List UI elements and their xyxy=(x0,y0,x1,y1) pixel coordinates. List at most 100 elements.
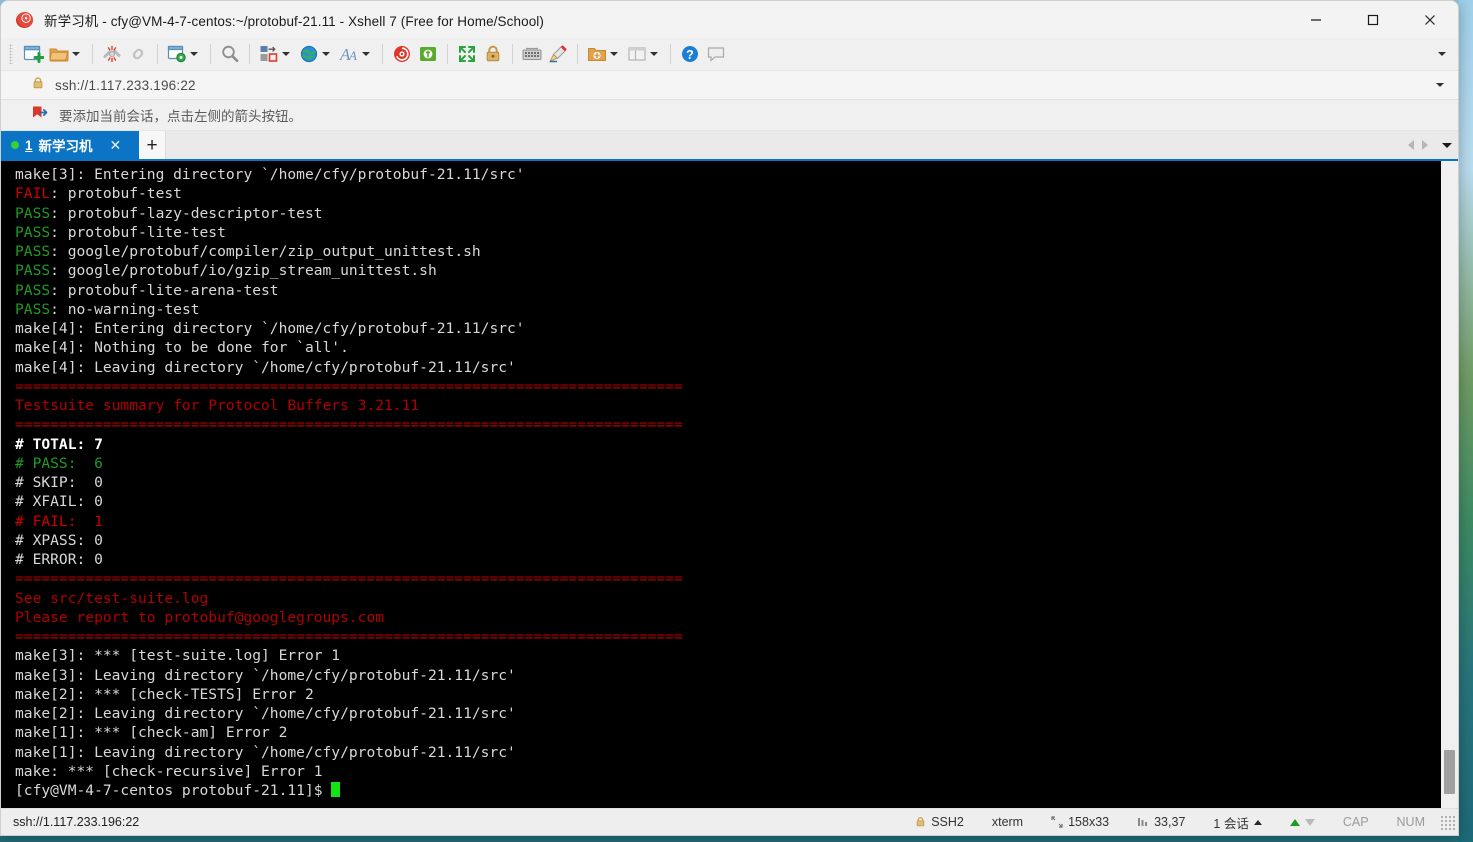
terminal-line: # SKIP: 0 xyxy=(15,473,1440,492)
terminal-line: PASS: no-warning-test xyxy=(15,300,1440,319)
terminal-line: make[1]: Leaving directory `/home/cfy/pr… xyxy=(15,743,1440,762)
tab-session-1[interactable]: 1 新学习机 ✕ xyxy=(1,131,139,159)
close-button[interactable] xyxy=(1401,1,1458,38)
help-icon[interactable]: ? xyxy=(677,41,703,67)
lock-icon[interactable] xyxy=(480,41,506,67)
fullscreen-icon[interactable] xyxy=(454,41,480,67)
maximize-button[interactable] xyxy=(1344,1,1401,38)
toolbar-separator xyxy=(512,44,513,64)
terminal-line: ========================================… xyxy=(15,569,1440,588)
terminal-text: make[3]: Entering directory `/home/cfy/p… xyxy=(15,166,525,183)
terminal-output[interactable]: make[3]: Entering directory `/home/cfy/p… xyxy=(1,161,1440,808)
new-tab-button[interactable]: + xyxy=(139,131,166,159)
terminal-line: make[4]: Leaving directory `/home/cfy/pr… xyxy=(15,358,1440,377)
terminal-text: ========================================… xyxy=(15,570,683,588)
resize-grip-icon[interactable] xyxy=(1439,814,1455,830)
terminal-text: PASS xyxy=(15,262,51,280)
tab-scroll-left-icon[interactable] xyxy=(1408,140,1414,150)
main-toolbar: A A ? xyxy=(1,38,1458,71)
download-arrow-icon xyxy=(1304,818,1315,826)
tab-close-button[interactable]: ✕ xyxy=(107,138,125,152)
keyboard-icon[interactable] xyxy=(519,41,545,67)
terminal-line: make: *** [check-recursive] Error 1 xyxy=(15,762,1440,781)
transfer-file-dropdown-caret[interactable] xyxy=(282,52,290,56)
terminal-line: make[4]: Nothing to be done for `all'. xyxy=(15,338,1440,357)
reconnect-icon[interactable] xyxy=(125,41,151,67)
globe-icon[interactable] xyxy=(296,41,336,67)
terminal-text: : no-warning-test xyxy=(50,300,200,318)
terminal-line: make[3]: Leaving directory `/home/cfy/pr… xyxy=(15,666,1440,685)
status-protocol: SSH2 xyxy=(901,809,978,835)
new-session-icon[interactable] xyxy=(20,41,46,67)
ftp-icon[interactable] xyxy=(415,41,441,67)
new-folder-icon[interactable] xyxy=(584,41,624,67)
terminal-text: : google/protobuf/compiler/zip_output_un… xyxy=(50,243,481,260)
terminal-area: make[3]: Entering directory `/home/cfy/p… xyxy=(1,161,1458,808)
address-bar[interactable]: ssh://1.117.233.196:22 xyxy=(1,71,1458,100)
status-sessions[interactable]: 1 会话 xyxy=(1199,809,1275,835)
terminal-text: make[4]: Leaving directory `/home/cfy/pr… xyxy=(15,358,516,376)
status-size-label: 158x33 xyxy=(1068,815,1110,829)
status-size: 158x33 xyxy=(1037,809,1123,835)
session-properties-icon[interactable] xyxy=(164,41,204,67)
font-icon[interactable]: A A xyxy=(336,41,376,67)
address-input[interactable]: ssh://1.117.233.196:22 xyxy=(55,78,196,93)
terminal-line: ========================================… xyxy=(15,627,1440,646)
terminal-text: make[2]: Leaving directory `/home/cfy/pr… xyxy=(15,705,516,722)
open-folder-icon[interactable] xyxy=(46,41,86,67)
terminal-text: Please report to protobuf@googlegroups.c… xyxy=(15,608,385,626)
terminal-scrollbar[interactable] xyxy=(1440,161,1458,808)
toolbar-separator xyxy=(92,44,93,64)
toolbar-overflow-caret[interactable] xyxy=(1438,52,1446,56)
toolbar-overflow-button[interactable] xyxy=(1436,52,1450,56)
terminal-scrollbar-thumb[interactable] xyxy=(1444,750,1455,794)
cursor-pos-icon xyxy=(1138,818,1148,826)
toolbar-separator xyxy=(577,44,578,64)
terminal-text: # TOTAL: 7 xyxy=(15,435,103,453)
toolbar-separator xyxy=(447,44,448,64)
open-folder-dropdown-caret[interactable] xyxy=(72,52,80,56)
terminal-line: make[3]: *** [test-suite.log] Error 1 xyxy=(15,646,1440,665)
chevron-up-icon[interactable] xyxy=(1253,819,1262,825)
status-transfer-indicators xyxy=(1276,809,1329,835)
terminal-line: # PASS: 6 xyxy=(15,454,1440,473)
terminal-text: Testsuite summary for Protocol Buffers 3… xyxy=(15,397,420,414)
transfer-file-icon[interactable] xyxy=(256,41,296,67)
xshell-icon[interactable] xyxy=(389,41,415,67)
terminal-line: Please report to protobuf@googlegroups.c… xyxy=(15,608,1440,627)
globe-dropdown-caret[interactable] xyxy=(322,52,330,56)
terminal-line: # XFAIL: 0 xyxy=(15,492,1440,511)
find-icon[interactable] xyxy=(217,41,243,67)
chat-icon[interactable] xyxy=(703,41,729,67)
disconnect-icon[interactable] xyxy=(99,41,125,67)
bookmark-arrow-icon xyxy=(31,105,49,126)
toolbar-separator xyxy=(382,44,383,64)
layout-icon[interactable] xyxy=(624,41,664,67)
terminal-text: # PASS: 6 xyxy=(15,454,103,472)
terminal-text: PASS xyxy=(15,204,51,222)
terminal-line: make[2]: Leaving directory `/home/cfy/pr… xyxy=(15,704,1440,723)
terminal-text: PASS xyxy=(15,281,51,299)
session-properties-dropdown-caret[interactable] xyxy=(190,52,198,56)
terminal-text: make[3]: *** [test-suite.log] Error 1 xyxy=(15,647,341,665)
new-folder-dropdown-caret[interactable] xyxy=(610,52,618,56)
minimize-button[interactable] xyxy=(1287,1,1344,38)
highlight-icon[interactable] xyxy=(545,41,571,67)
terminal-text: ========================================… xyxy=(15,628,683,645)
terminal-line: PASS: protobuf-lite-test xyxy=(15,223,1440,242)
toolbar-grip[interactable] xyxy=(9,44,13,64)
layout-dropdown-caret[interactable] xyxy=(650,52,658,56)
font-dropdown-caret[interactable] xyxy=(362,52,370,56)
status-protocol-label: SSH2 xyxy=(931,815,964,829)
status-bar: ssh://1.117.233.196:22 SSH2 xterm 158x33 xyxy=(1,808,1458,835)
svg-text:A: A xyxy=(348,48,357,63)
tab-scroll-right-icon[interactable] xyxy=(1422,140,1428,150)
chevron-down-icon[interactable] xyxy=(1436,83,1444,87)
tab-list-menu-icon[interactable] xyxy=(1442,142,1452,148)
svg-text:?: ? xyxy=(686,48,694,62)
lock-icon xyxy=(31,76,45,95)
status-url: ssh://1.117.233.196:22 xyxy=(13,815,140,829)
address-dropdown-button[interactable] xyxy=(1434,83,1448,87)
status-caps-lock: CAP xyxy=(1342,815,1369,829)
toolbar-separator xyxy=(249,44,250,64)
